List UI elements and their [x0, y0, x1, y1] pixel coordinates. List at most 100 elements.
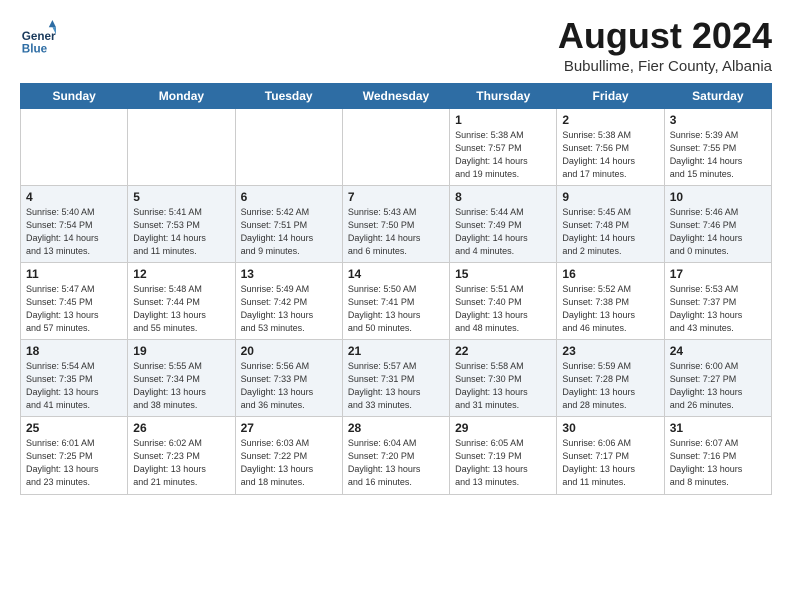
calendar-cell: 1Sunrise: 5:38 AMSunset: 7:57 PMDaylight… — [450, 108, 557, 185]
calendar-cell — [128, 108, 235, 185]
day-number: 18 — [26, 344, 122, 358]
page-header: General Blue August 2024 Bubullime, Fier… — [20, 16, 772, 75]
calendar-cell: 8 Sunrise: 5:44 AMSunset: 7:49 PMDaylight… — [450, 185, 557, 262]
day-header-saturday: Saturday — [664, 83, 771, 108]
day-info: Sunrise: 5:59 AMSunset: 7:28 PMDaylight:… — [562, 360, 658, 412]
day-info: Sunrise: 5:50 AMSunset: 7:41 PMDaylight:… — [348, 283, 444, 335]
day-header-sunday: Sunday — [21, 83, 128, 108]
day-info: Sunrise: 6:05 AMSunset: 7:19 PMDaylight:… — [455, 437, 551, 489]
calendar-cell — [235, 108, 342, 185]
calendar-cell: 14 Sunrise: 5:50 AMSunset: 7:41 PMDayligh… — [342, 262, 449, 339]
day-info: Sunrise: 6:01 AMSunset: 7:25 PMDaylight:… — [26, 437, 122, 489]
calendar-cell: 21 Sunrise: 5:57 AMSunset: 7:31 PMDayligh… — [342, 340, 449, 417]
calendar-cell: 4 Sunrise: 5:40 AMSunset: 7:54 PMDaylight… — [21, 185, 128, 262]
calendar-cell — [21, 108, 128, 185]
calendar-cell: 25 Sunrise: 6:01 AMSunset: 7:25 PMDayligh… — [21, 417, 128, 494]
day-info: Sunrise: 5:53 AMSunset: 7:37 PMDaylight:… — [670, 283, 766, 335]
day-info: Sunrise: 5:56 AMSunset: 7:33 PMDaylight:… — [241, 360, 337, 412]
day-info: Sunrise: 5:46 AMSunset: 7:46 PMDaylight:… — [670, 206, 766, 258]
day-info: Sunrise: 5:45 AMSunset: 7:48 PMDaylight:… — [562, 206, 658, 258]
calendar-week-row: 1Sunrise: 5:38 AMSunset: 7:57 PMDaylight… — [21, 108, 772, 185]
location-subtitle: Bubullime, Fier County, Albania — [558, 58, 772, 75]
day-info: Sunrise: 5:49 AMSunset: 7:42 PMDaylight:… — [241, 283, 337, 335]
day-number: 11 — [26, 267, 122, 281]
day-number: 26 — [133, 421, 229, 435]
day-number: 16 — [562, 267, 658, 281]
calendar-cell — [342, 108, 449, 185]
day-info: Sunrise: 5:39 AMSunset: 7:55 PMDaylight:… — [670, 129, 766, 181]
day-number: 24 — [670, 344, 766, 358]
day-info: Sunrise: 6:02 AMSunset: 7:23 PMDaylight:… — [133, 437, 229, 489]
day-number: 29 — [455, 421, 551, 435]
day-number: 23 — [562, 344, 658, 358]
day-number: 8 — [455, 190, 551, 204]
calendar-cell: 20 Sunrise: 5:56 AMSunset: 7:33 PMDayligh… — [235, 340, 342, 417]
day-number: 5 — [133, 190, 229, 204]
day-number: 25 — [26, 421, 122, 435]
day-number: 4 — [26, 190, 122, 204]
calendar-cell: 6Sunrise: 5:42 AMSunset: 7:51 PMDaylight… — [235, 185, 342, 262]
day-info: Sunrise: 5:38 AMSunset: 7:56 PMDaylight:… — [562, 129, 658, 181]
calendar-cell: 27Sunrise: 6:03 AMSunset: 7:22 PMDayligh… — [235, 417, 342, 494]
calendar-cell: 13 Sunrise: 5:49 AMSunset: 7:42 PMDayligh… — [235, 262, 342, 339]
day-number: 12 — [133, 267, 229, 281]
calendar-week-row: 4 Sunrise: 5:40 AMSunset: 7:54 PMDaylight… — [21, 185, 772, 262]
day-header-thursday: Thursday — [450, 83, 557, 108]
day-info: Sunrise: 5:47 AMSunset: 7:45 PMDaylight:… — [26, 283, 122, 335]
calendar-cell: 9Sunrise: 5:45 AMSunset: 7:48 PMDaylight… — [557, 185, 664, 262]
calendar-cell: 19 Sunrise: 5:55 AMSunset: 7:34 PMDayligh… — [128, 340, 235, 417]
svg-text:General: General — [22, 30, 56, 43]
day-number: 10 — [670, 190, 766, 204]
calendar-cell: 18Sunrise: 5:54 AMSunset: 7:35 PMDayligh… — [21, 340, 128, 417]
day-number: 7 — [348, 190, 444, 204]
day-info: Sunrise: 5:52 AMSunset: 7:38 PMDaylight:… — [562, 283, 658, 335]
day-header-monday: Monday — [128, 83, 235, 108]
logo-icon: General Blue — [20, 20, 56, 56]
svg-text:Blue: Blue — [22, 42, 48, 55]
calendar-cell: 2Sunrise: 5:38 AMSunset: 7:56 PMDaylight… — [557, 108, 664, 185]
title-area: August 2024 Bubullime, Fier County, Alba… — [558, 16, 772, 75]
day-info: Sunrise: 5:58 AMSunset: 7:30 PMDaylight:… — [455, 360, 551, 412]
day-header-wednesday: Wednesday — [342, 83, 449, 108]
day-number: 14 — [348, 267, 444, 281]
day-info: Sunrise: 5:38 AMSunset: 7:57 PMDaylight:… — [455, 129, 551, 181]
calendar-week-row: 25 Sunrise: 6:01 AMSunset: 7:25 PMDayligh… — [21, 417, 772, 494]
day-info: Sunrise: 5:40 AMSunset: 7:54 PMDaylight:… — [26, 206, 122, 258]
calendar-cell: 30Sunrise: 6:06 AMSunset: 7:17 PMDayligh… — [557, 417, 664, 494]
calendar-cell: 15Sunrise: 5:51 AMSunset: 7:40 PMDayligh… — [450, 262, 557, 339]
calendar-cell: 31 Sunrise: 6:07 AMSunset: 7:16 PMDayligh… — [664, 417, 771, 494]
day-info: Sunrise: 5:44 AMSunset: 7:49 PMDaylight:… — [455, 206, 551, 258]
day-number: 6 — [241, 190, 337, 204]
day-header-tuesday: Tuesday — [235, 83, 342, 108]
day-info: Sunrise: 6:07 AMSunset: 7:16 PMDaylight:… — [670, 437, 766, 489]
calendar-cell: 16 Sunrise: 5:52 AMSunset: 7:38 PMDayligh… — [557, 262, 664, 339]
day-number: 17 — [670, 267, 766, 281]
calendar-cell: 7 Sunrise: 5:43 AMSunset: 7:50 PMDaylight… — [342, 185, 449, 262]
day-info: Sunrise: 5:51 AMSunset: 7:40 PMDaylight:… — [455, 283, 551, 335]
calendar-week-row: 18Sunrise: 5:54 AMSunset: 7:35 PMDayligh… — [21, 340, 772, 417]
day-info: Sunrise: 5:43 AMSunset: 7:50 PMDaylight:… — [348, 206, 444, 258]
calendar-header-row: SundayMondayTuesdayWednesdayThursdayFrid… — [21, 83, 772, 108]
calendar-cell: 12 Sunrise: 5:48 AMSunset: 7:44 PMDayligh… — [128, 262, 235, 339]
day-info: Sunrise: 5:55 AMSunset: 7:34 PMDaylight:… — [133, 360, 229, 412]
calendar-cell: 17 Sunrise: 5:53 AMSunset: 7:37 PMDayligh… — [664, 262, 771, 339]
day-number: 31 — [670, 421, 766, 435]
day-number: 22 — [455, 344, 551, 358]
day-info: Sunrise: 6:04 AMSunset: 7:20 PMDaylight:… — [348, 437, 444, 489]
calendar-cell: 22 Sunrise: 5:58 AMSunset: 7:30 PMDayligh… — [450, 340, 557, 417]
day-number: 13 — [241, 267, 337, 281]
day-number: 21 — [348, 344, 444, 358]
logo: General Blue — [20, 20, 56, 56]
day-info: Sunrise: 5:48 AMSunset: 7:44 PMDaylight:… — [133, 283, 229, 335]
day-info: Sunrise: 6:06 AMSunset: 7:17 PMDaylight:… — [562, 437, 658, 489]
calendar-cell: 24 Sunrise: 6:00 AMSunset: 7:27 PMDayligh… — [664, 340, 771, 417]
calendar-cell: 29 Sunrise: 6:05 AMSunset: 7:19 PMDayligh… — [450, 417, 557, 494]
calendar-cell: 5 Sunrise: 5:41 AMSunset: 7:53 PMDaylight… — [128, 185, 235, 262]
day-info: Sunrise: 5:57 AMSunset: 7:31 PMDaylight:… — [348, 360, 444, 412]
day-info: Sunrise: 6:00 AMSunset: 7:27 PMDaylight:… — [670, 360, 766, 412]
day-number: 19 — [133, 344, 229, 358]
calendar-cell: 10 Sunrise: 5:46 AMSunset: 7:46 PMDayligh… — [664, 185, 771, 262]
day-info: Sunrise: 5:41 AMSunset: 7:53 PMDaylight:… — [133, 206, 229, 258]
day-number: 20 — [241, 344, 337, 358]
day-number: 3 — [670, 113, 766, 127]
